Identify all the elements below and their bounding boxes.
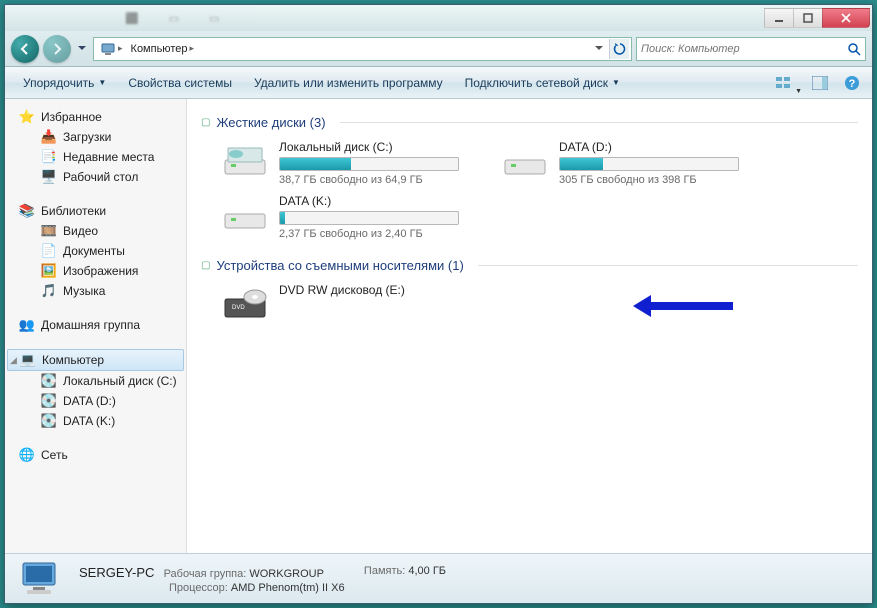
libraries-icon: 📚	[19, 203, 35, 219]
system-properties-button[interactable]: Свойства системы	[118, 72, 242, 94]
homegroup-group: 👥Домашняя группа	[5, 315, 186, 335]
preview-pane-button[interactable]	[808, 71, 832, 95]
organize-menu[interactable]: Упорядочить▼	[13, 72, 116, 94]
sidebar-item-videos[interactable]: 🎞️Видео	[5, 221, 186, 241]
favorites-group: ⭐Избранное 📥Загрузки 📑Недавние места 🖥️Р…	[5, 107, 186, 187]
minimize-button[interactable]	[764, 8, 794, 28]
sidebar-item-pictures[interactable]: 🖼️Изображения	[5, 261, 186, 281]
music-icon: 🎵	[41, 283, 57, 299]
recent-icon: 📑	[41, 149, 57, 165]
network-group: 🌐Сеть	[5, 445, 186, 465]
computer-header[interactable]: ◢💻Компьютер	[7, 349, 184, 371]
main-content: ▢ Жесткие диски (3) Локальный диск (C:) …	[187, 99, 872, 553]
sidebar-item-data-d[interactable]: 💽DATA (D:)	[5, 391, 186, 411]
computer-group: ◢💻Компьютер 💽Локальный диск (C:) 💽DATA (…	[5, 349, 186, 431]
content-area: ⭐Избранное 📥Загрузки 📑Недавние места 🖥️Р…	[5, 99, 872, 553]
details-text: SERGEY-PC Рабочая группа: WORKGROUP Памя…	[79, 563, 446, 594]
drive-name: DATA (D:)	[559, 140, 761, 154]
capacity-bar	[279, 211, 459, 225]
command-bar: Упорядочить▼ Свойства системы Удалить ил…	[5, 67, 872, 99]
drive-name: DVD RW дисковод (E:)	[279, 283, 481, 297]
favorites-header[interactable]: ⭐Избранное	[5, 107, 186, 127]
navigation-pane: ⭐Избранное 📥Загрузки 📑Недавние места 🖥️Р…	[5, 99, 187, 553]
history-dropdown[interactable]	[75, 37, 89, 61]
sidebar-item-downloads[interactable]: 📥Загрузки	[5, 127, 186, 147]
title-blur-bg: ⬛▭▭	[5, 12, 765, 25]
search-icon	[847, 42, 861, 56]
disk-icon: 💽	[41, 393, 57, 409]
forward-button[interactable]	[43, 35, 71, 63]
annotation-arrow	[633, 295, 733, 320]
network-icon: 🌐	[19, 447, 35, 463]
breadcrumb-label: Компьютер	[131, 43, 188, 55]
hdd-icon	[221, 140, 269, 180]
libraries-group: 📚Библиотеки 🎞️Видео 📄Документы 🖼️Изображ…	[5, 201, 186, 301]
titlebar: ⬛▭▭	[5, 5, 872, 31]
sidebar-item-music[interactable]: 🎵Музыка	[5, 281, 186, 301]
drive-name: DATA (K:)	[279, 194, 481, 208]
network-header[interactable]: 🌐Сеть	[5, 445, 186, 465]
sidebar-item-recent[interactable]: 📑Недавние места	[5, 147, 186, 167]
sidebar-item-documents[interactable]: 📄Документы	[5, 241, 186, 261]
hard-drives-list: Локальный диск (C:) 38,7 ГБ свободно из …	[221, 140, 858, 240]
drive-name: Локальный диск (C:)	[279, 140, 481, 154]
removable-section[interactable]: ▢ Устройства со съемными носителями (1)	[201, 258, 858, 273]
address-bar[interactable]: ▸ Компьютер ▸	[93, 37, 632, 61]
refresh-button[interactable]	[609, 39, 629, 59]
desktop-icon: 🖥️	[41, 169, 57, 185]
documents-icon: 📄	[41, 243, 57, 259]
disk-icon: 💽	[41, 413, 57, 429]
video-icon: 🎞️	[41, 223, 57, 239]
hard-drives-section[interactable]: ▢ Жесткие диски (3)	[201, 115, 858, 130]
dvd-drive-e[interactable]: DVD DVD RW дисковод (E:)	[221, 283, 481, 323]
capacity-bar	[559, 157, 739, 171]
drive-k[interactable]: DATA (K:) 2,37 ГБ свободно из 2,40 ГБ	[221, 194, 481, 240]
capacity-bar	[279, 157, 459, 171]
pc-name: SERGEY-PC	[79, 565, 154, 580]
view-options-button[interactable]: ▼	[772, 71, 796, 95]
breadcrumb-computer[interactable]: Компьютер ▸	[127, 43, 198, 55]
removable-list: DVD DVD RW дисковод (E:)	[221, 283, 858, 323]
svg-text:DVD: DVD	[232, 305, 245, 311]
dvd-icon: DVD	[221, 283, 269, 323]
back-button[interactable]	[11, 35, 39, 63]
libraries-header[interactable]: 📚Библиотеки	[5, 201, 186, 221]
drive-free-text: 38,7 ГБ свободно из 64,9 ГБ	[279, 174, 481, 186]
search-input[interactable]	[641, 43, 847, 55]
drive-free-text: 2,37 ГБ свободно из 2,40 ГБ	[279, 228, 481, 240]
computer-icon: 💻	[20, 352, 36, 368]
disk-icon: 💽	[41, 373, 57, 389]
map-network-drive-button[interactable]: Подключить сетевой диск▼	[455, 72, 630, 94]
collapse-icon[interactable]: ◢	[10, 355, 17, 366]
sidebar-item-data-k[interactable]: 💽DATA (K:)	[5, 411, 186, 431]
close-button[interactable]	[822, 8, 870, 28]
explorer-window: ⬛▭▭ ▸	[4, 4, 873, 604]
svg-text:?: ?	[849, 78, 856, 90]
help-button[interactable]: ?	[840, 71, 864, 95]
drive-c[interactable]: Локальный диск (C:) 38,7 ГБ свободно из …	[221, 140, 481, 186]
sidebar-item-desktop[interactable]: 🖥️Рабочий стол	[5, 167, 186, 187]
breadcrumb-computer-icon[interactable]: ▸	[96, 41, 127, 57]
navigation-bar: ▸ Компьютер ▸	[5, 31, 872, 67]
address-dropdown[interactable]	[589, 39, 609, 59]
downloads-icon: 📥	[41, 129, 57, 145]
computer-large-icon	[17, 559, 65, 599]
star-icon: ⭐	[19, 109, 35, 125]
window-buttons	[765, 8, 870, 28]
sidebar-item-local-disk-c[interactable]: 💽Локальный диск (C:)	[5, 371, 186, 391]
drive-free-text: 305 ГБ свободно из 398 ГБ	[559, 174, 761, 186]
search-box[interactable]	[636, 37, 866, 61]
pictures-icon: 🖼️	[41, 263, 57, 279]
hdd-icon	[501, 140, 549, 180]
maximize-button[interactable]	[793, 8, 823, 28]
details-pane: SERGEY-PC Рабочая группа: WORKGROUP Памя…	[5, 553, 872, 603]
drive-d[interactable]: DATA (D:) 305 ГБ свободно из 398 ГБ	[501, 140, 761, 186]
expand-icon: ▢	[201, 260, 210, 271]
homegroup-header[interactable]: 👥Домашняя группа	[5, 315, 186, 335]
uninstall-programs-button[interactable]: Удалить или изменить программу	[244, 72, 453, 94]
homegroup-icon: 👥	[19, 317, 35, 333]
hdd-icon	[221, 194, 269, 234]
expand-icon: ▢	[201, 117, 210, 128]
